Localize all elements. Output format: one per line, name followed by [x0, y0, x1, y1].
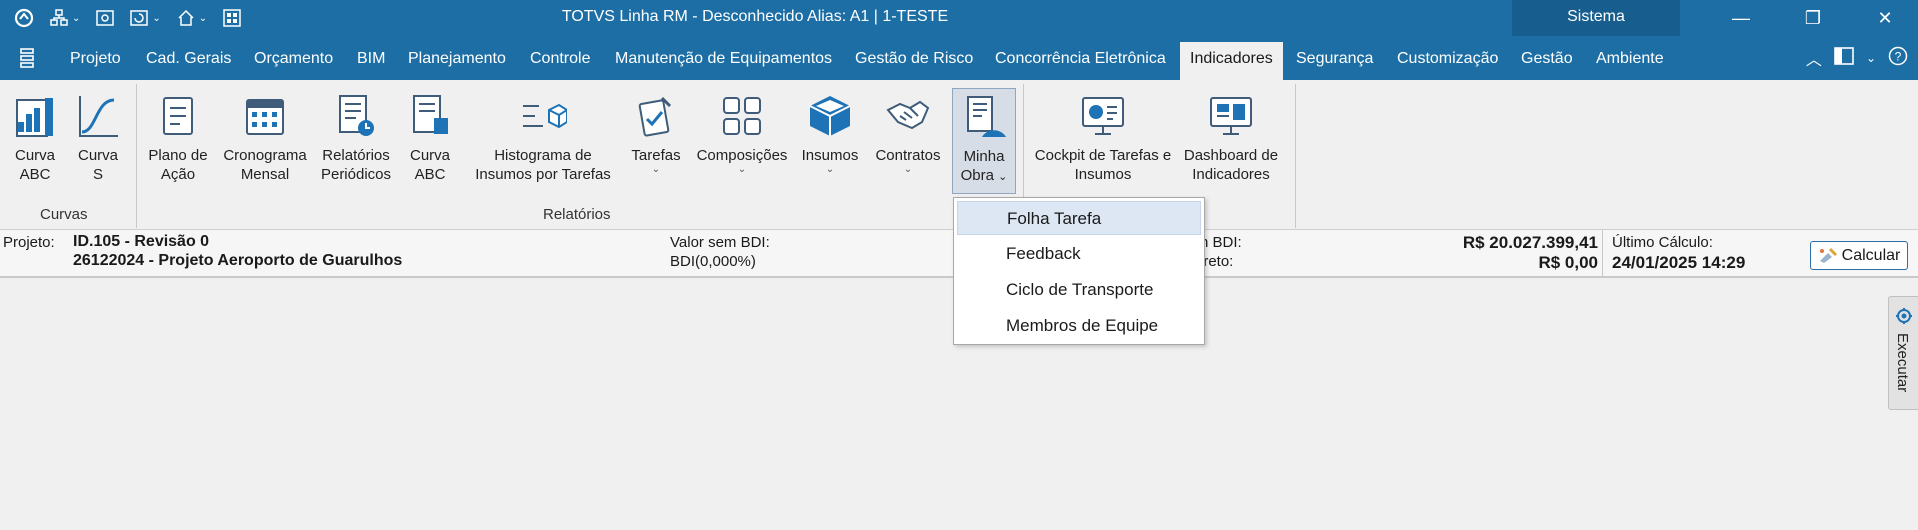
histograma-button[interactable]: Histograma de Insumos por Tarefas — [466, 92, 620, 184]
plano-acao-icon — [163, 97, 193, 135]
monitor-chart-icon — [1082, 97, 1124, 135]
close-button[interactable]: ✕ — [1856, 0, 1914, 36]
executar-side-tab[interactable]: Executar — [1888, 296, 1918, 410]
menu-bar: Projeto Cad. Gerais Orçamento BIM Planej… — [0, 36, 1918, 80]
grid-icon — [723, 97, 761, 135]
info-separator — [1602, 230, 1603, 276]
dropdown-item-feedback[interactable]: Feedback — [957, 237, 1201, 271]
menu-right-controls: ︿ ⌄ ? — [1806, 36, 1908, 80]
menu-orcamento[interactable]: Orçamento — [254, 36, 333, 80]
menu-indicadores[interactable]: Indicadores — [1180, 42, 1283, 80]
curva-s-button[interactable]: Curva S — [72, 92, 124, 184]
curva-abc-button[interactable]: Curva ABC — [8, 92, 62, 184]
window-title: TOTVS Linha RM - Desconhecido Alias: A1 … — [561, 8, 949, 25]
curva-abc-report-button[interactable]: Curva ABC — [402, 92, 458, 184]
histogram-icon — [523, 103, 567, 129]
box-icon — [809, 96, 851, 136]
group-relatorios-label: Relatórios — [543, 206, 611, 223]
report-chart-icon — [413, 95, 448, 134]
menu-cad-gerais[interactable]: Cad. Gerais — [146, 36, 231, 80]
projeto-id: ID.105 - Revisão 0 — [73, 233, 210, 250]
ultimo-calculo-value: 24/01/2025 14:29 — [1612, 253, 1746, 272]
valor-com-bdi: R$ 20.027.399,41 — [1462, 233, 1598, 252]
restore-button[interactable]: ❐ — [1784, 0, 1842, 36]
chevron-down-icon: ⌄ — [903, 164, 913, 175]
window-layout-icon[interactable] — [1834, 46, 1854, 70]
valor-direto: R$ 0,00 — [1538, 253, 1598, 272]
dropdown-item-membros-equipe[interactable]: Membros de Equipe — [957, 309, 1201, 343]
menu-gestao-risco[interactable]: Gestão de Risco — [855, 36, 973, 80]
dropdown-item-ciclo-transporte[interactable]: Ciclo de Transporte — [957, 273, 1201, 307]
handshake-icon — [886, 100, 930, 130]
menu-ambiente[interactable]: Ambiente — [1596, 36, 1664, 80]
chevron-down-icon: ⌄ — [998, 171, 1008, 183]
tarefas-button[interactable]: Tarefas ⌄ — [626, 92, 686, 175]
insumos-button[interactable]: Insumos ⌄ — [798, 92, 862, 175]
menu-gestao[interactable]: Gestão — [1521, 36, 1573, 80]
projeto-label: Projeto: — [3, 234, 55, 251]
custo-direto-label: ireto: — [1200, 253, 1234, 270]
main-menu-icon[interactable] — [16, 48, 38, 68]
help-icon[interactable]: ? — [1888, 46, 1908, 71]
projeto-nome: 26122024 - Projeto Aeroporto de Guarulho… — [73, 252, 403, 269]
relatorios-periodicos-button[interactable]: Relatórios Periódicos — [318, 92, 394, 184]
dashboard-monitor-icon — [1210, 97, 1252, 135]
curva-abc-icon — [16, 98, 53, 137]
title-bar: ⌄ ⌄ ⌄ TOTVS Linha RM - Desconhecido Alia… — [0, 0, 1918, 36]
collapse-ribbon-icon[interactable]: ︿ — [1806, 46, 1822, 70]
menu-controle[interactable]: Controle — [530, 36, 590, 80]
minimize-button[interactable]: — — [1712, 0, 1770, 36]
contratos-button[interactable]: Contratos ⌄ — [870, 92, 946, 175]
minha-obra-dropdown: Folha Tarefa Feedback Ciclo de Transport… — [953, 197, 1205, 345]
document-dashboard-icon — [967, 96, 1006, 137]
valor-com-bdi-label: n BDI: — [1200, 234, 1242, 251]
group-curvas-label: Curvas — [40, 206, 88, 223]
bdi-label: BDI(0,000%) — [670, 253, 756, 270]
curva-s-icon — [79, 96, 118, 137]
menu-bim[interactable]: BIM — [357, 36, 385, 80]
calendar-icon — [246, 99, 284, 135]
gear-icon — [1896, 308, 1912, 324]
dashboard-button[interactable]: Dashboard de Indicadores — [1178, 92, 1284, 184]
composicoes-button[interactable]: Composições ⌄ — [692, 92, 792, 175]
menu-projeto[interactable]: Projeto — [70, 36, 121, 80]
clipboard-check-icon — [638, 96, 672, 137]
dropdown-item-folha-tarefa[interactable]: Folha Tarefa — [957, 201, 1201, 235]
ribbon-separator — [136, 84, 137, 228]
menu-manutencao[interactable]: Manutenção de Equipamentos — [615, 36, 832, 80]
executar-label: Executar — [1894, 333, 1911, 393]
minha-obra-button[interactable]: Minha Obra ⌄ — [952, 88, 1016, 194]
menu-planejamento[interactable]: Planejamento — [408, 36, 506, 80]
menu-seguranca[interactable]: Segurança — [1296, 36, 1373, 80]
cronograma-mensal-button[interactable]: Cronograma Mensal — [218, 92, 312, 184]
report-clock-icon — [339, 95, 374, 136]
chevron-down-icon: ⌄ — [825, 164, 835, 175]
cockpit-button[interactable]: Cockpit de Tarefas e Insumos — [1034, 92, 1172, 184]
calcular-button[interactable]: Calcular — [1810, 241, 1908, 270]
menu-concorrencia[interactable]: Concorrência Eletrônica — [995, 36, 1166, 80]
valor-sem-bdi-label: Valor sem BDI: — [670, 234, 770, 251]
svg-text:?: ? — [1895, 49, 1902, 63]
ribbon-separator — [1295, 84, 1296, 228]
ultimo-calculo-label: Último Cálculo: — [1612, 234, 1713, 251]
calculate-icon — [1819, 247, 1837, 263]
chevron-down-icon: ⌄ — [737, 164, 747, 175]
sistema-label[interactable]: Sistema — [1512, 0, 1680, 36]
chevron-down-icon[interactable]: ⌄ — [1866, 51, 1876, 65]
plano-acao-button[interactable]: Plano de Ação — [146, 92, 210, 184]
chevron-down-icon: ⌄ — [651, 164, 661, 175]
menu-customizacao[interactable]: Customização — [1397, 36, 1498, 80]
